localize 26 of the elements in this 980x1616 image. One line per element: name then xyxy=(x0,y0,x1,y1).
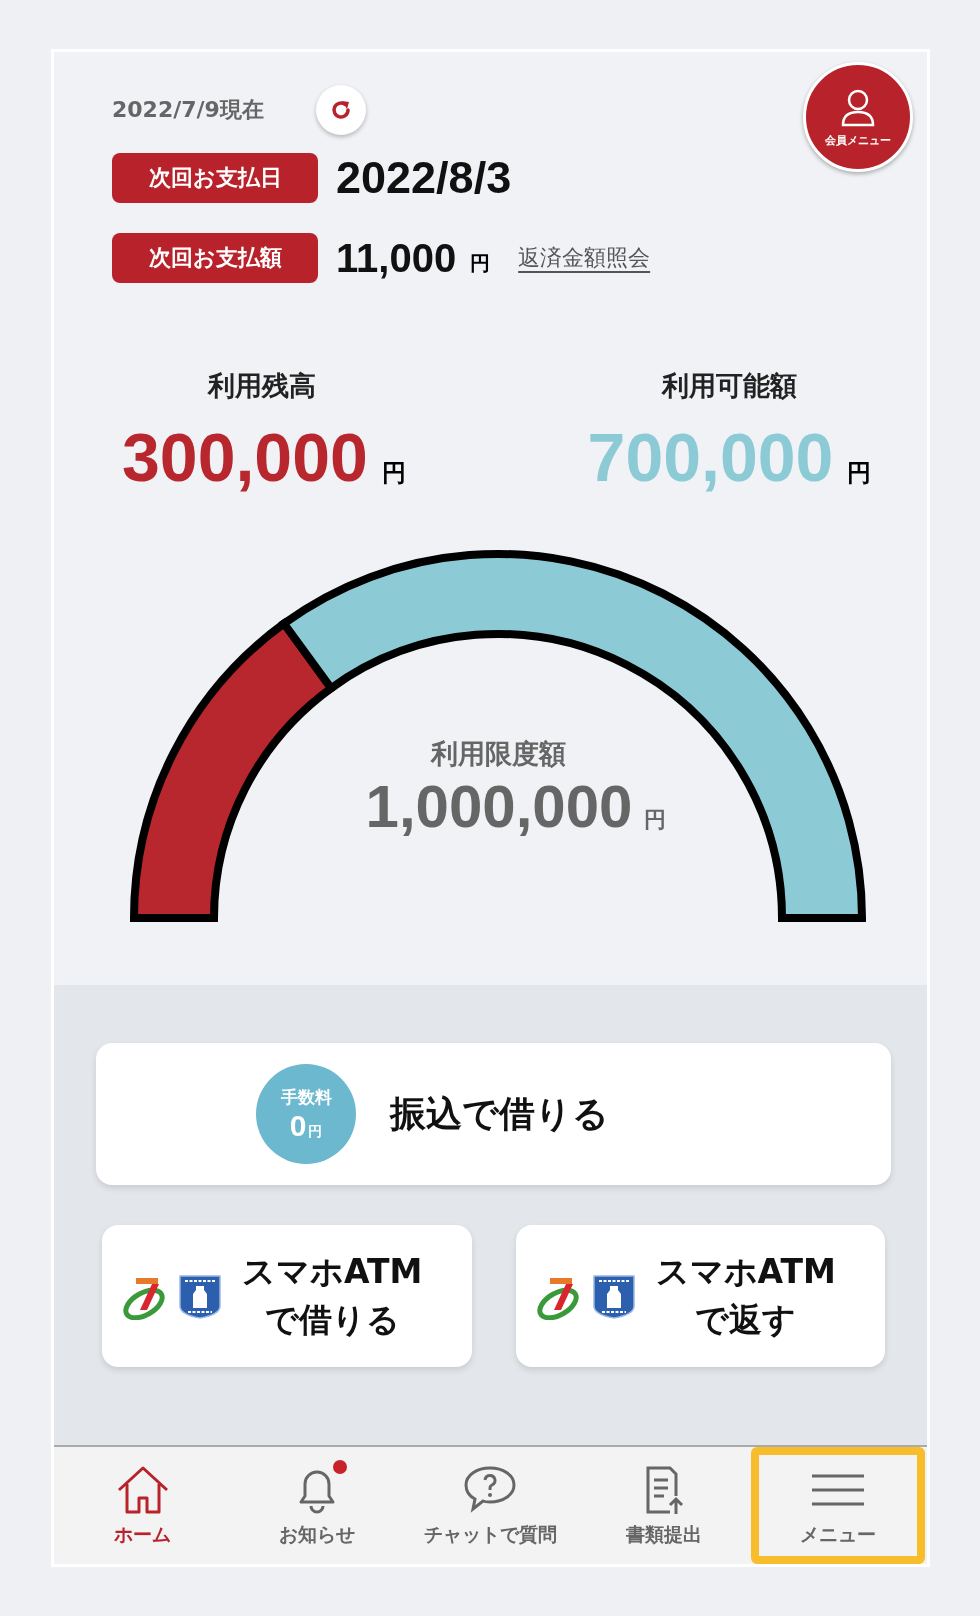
payment-label: 次回お支払日 xyxy=(112,153,318,203)
nav-tab[interactable]: チャットで質問 xyxy=(403,1447,578,1564)
fee-badge: 手数料 0 円 xyxy=(256,1064,356,1164)
atm-button[interactable]: スマホATM で借りる xyxy=(102,1225,472,1367)
as-of-date: 2022/7/9現在 xyxy=(112,96,264,124)
transfer-borrow-button[interactable]: 手数料 0 円 振込で借りる xyxy=(96,1043,891,1185)
balance-label: 利用残高 xyxy=(208,369,316,403)
balance-label: 利用可能額 xyxy=(662,369,797,403)
limit-amount: 1,000,000 xyxy=(365,772,633,841)
limit-label: 利用限度額 xyxy=(430,737,566,771)
member-menu-button[interactable]: 会員メニュー xyxy=(803,62,913,172)
balance-amount: 700,000 xyxy=(587,418,834,496)
currency-unit: 円 xyxy=(381,458,406,489)
currency-unit: 円 xyxy=(847,458,872,489)
currency-unit: 円 xyxy=(470,249,491,277)
payment-value: 2022/8/3 xyxy=(336,152,512,204)
payment-label: 次回お支払額 xyxy=(112,233,318,283)
nav-tab[interactable]: ホーム xyxy=(56,1447,230,1564)
nav-tab[interactable]: お知らせ xyxy=(229,1447,404,1564)
atm-button[interactable]: スマホATM で返す xyxy=(515,1225,885,1367)
repayment-inquiry-link[interactable]: 返済金額照会 xyxy=(518,243,651,273)
balance-amount: 300,000 xyxy=(122,418,368,496)
nav-tab[interactable]: メニュー xyxy=(751,1447,925,1564)
currency-unit: 円 xyxy=(644,806,667,834)
nav-tab[interactable]: 書類提出 xyxy=(577,1447,752,1564)
payment-value: 11,000 xyxy=(336,235,457,281)
